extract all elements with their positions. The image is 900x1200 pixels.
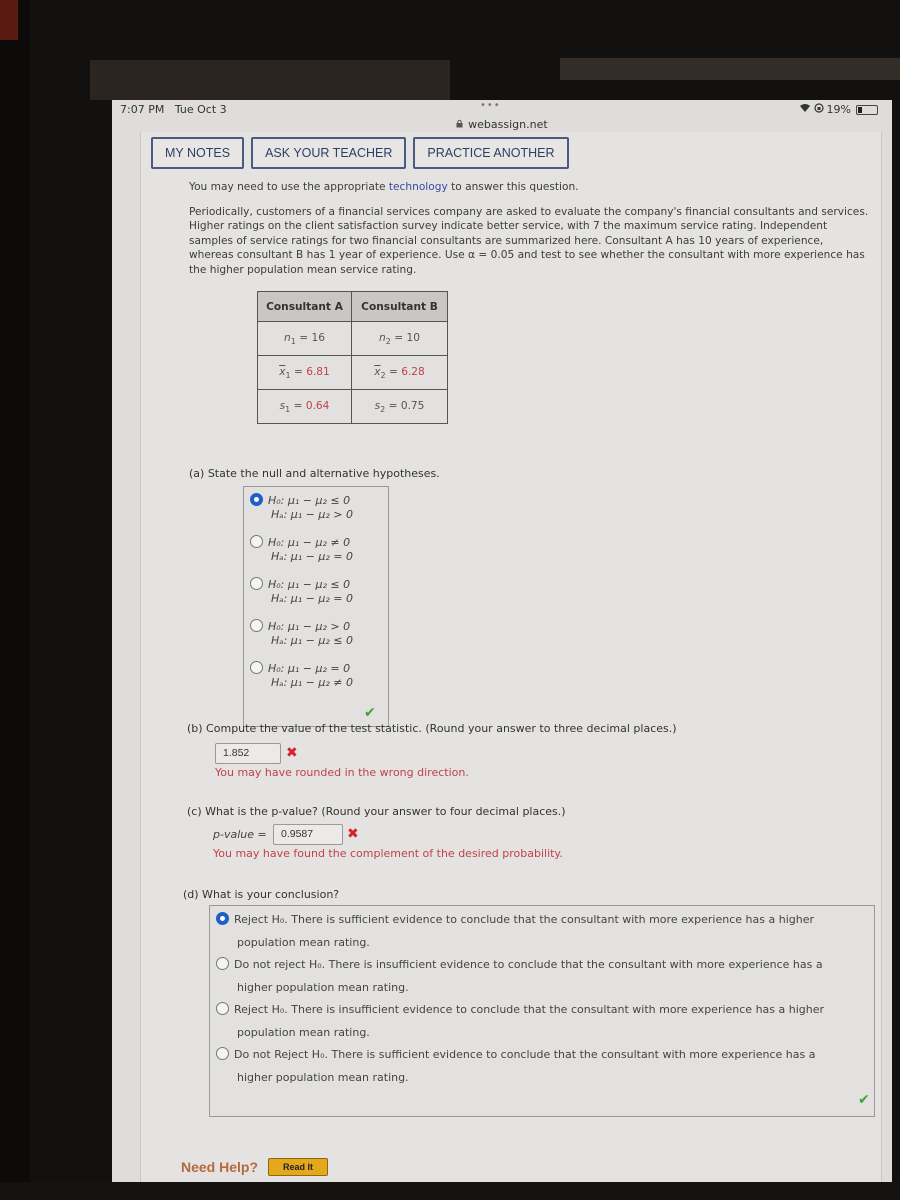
part-d-label: (d) What is your conclusion? bbox=[183, 888, 340, 901]
n2-cell: n2 = 10 bbox=[351, 321, 448, 356]
radio-unselected[interactable] bbox=[250, 619, 263, 632]
problem-statement: Periodically, customers of a financial s… bbox=[189, 205, 869, 276]
table-row: n1 = 16 n2 = 10 bbox=[257, 321, 448, 356]
question-panel: MY NOTES ASK YOUR TEACHER PRACTICE ANOTH… bbox=[140, 132, 882, 1200]
check-icon: ✔ bbox=[364, 705, 376, 721]
xbar2-cell: x2 = 6.28 bbox=[351, 355, 448, 390]
background bbox=[0, 0, 30, 1200]
radio-unselected[interactable] bbox=[216, 1002, 229, 1015]
radio-unselected[interactable] bbox=[250, 661, 263, 674]
url-bar[interactable]: webassign.net bbox=[112, 118, 892, 131]
status-indicators: 19% bbox=[799, 103, 878, 116]
lock-icon bbox=[456, 119, 466, 131]
part-a-label: (a) State the null and alternative hypot… bbox=[189, 467, 440, 480]
part-b-feedback: You may have rounded in the wrong direct… bbox=[215, 766, 469, 779]
n1-cell: n1 = 16 bbox=[257, 321, 352, 356]
part-c-label: (c) What is the p-value? (Round your ans… bbox=[187, 805, 566, 818]
background bbox=[0, 1182, 900, 1200]
part-c-feedback: You may have found the complement of the… bbox=[213, 847, 563, 860]
technology-link[interactable]: technology bbox=[389, 181, 448, 193]
help-row: Need Help? Read It bbox=[181, 1158, 329, 1176]
p-value-input[interactable]: 0.9587 bbox=[273, 824, 343, 845]
wifi-icon bbox=[799, 103, 811, 116]
ask-teacher-button[interactable]: ASK YOUR TEACHER bbox=[251, 137, 407, 169]
conclusion-options: Reject H₀. There is sufficient evidence … bbox=[209, 905, 875, 1117]
header-consultant-b: Consultant B bbox=[351, 291, 448, 322]
x-icon: ✖ bbox=[347, 826, 359, 842]
conclusion-option-4[interactable]: Do not Reject H₀. There is sufficient ev… bbox=[216, 1043, 856, 1089]
table-row: x1 = 6.81 x2 = 6.28 bbox=[257, 355, 448, 390]
conclusion-option-3[interactable]: Reject H₀. There is insufficient evidenc… bbox=[216, 998, 856, 1044]
s1-cell: s1 = 0.64 bbox=[257, 389, 352, 424]
background bbox=[0, 0, 18, 40]
toolbar: MY NOTES ASK YOUR TEACHER PRACTICE ANOTH… bbox=[151, 137, 569, 169]
radio-unselected[interactable] bbox=[250, 535, 263, 548]
summary-table: Consultant A Consultant B n1 = 16 n2 = 1… bbox=[257, 291, 448, 424]
status-bar: 7:07 PM Tue Oct 3 ••• 19% bbox=[112, 100, 892, 120]
status-time: 7:07 PM Tue Oct 3 bbox=[120, 103, 227, 116]
hypothesis-option-1[interactable]: H₀: μ₁ − μ₂ ≤ 0 Hₐ: μ₁ − μ₂ > 0 bbox=[250, 493, 353, 522]
hypothesis-option-2[interactable]: H₀: μ₁ − μ₂ ≠ 0 Hₐ: μ₁ − μ₂ = 0 bbox=[250, 535, 353, 564]
part-b-label: (b) Compute the value of the test statis… bbox=[187, 722, 677, 735]
radio-selected[interactable] bbox=[250, 493, 263, 506]
hypothesis-option-5[interactable]: H₀: μ₁ − μ₂ = 0 Hₐ: μ₁ − μ₂ ≠ 0 bbox=[250, 661, 353, 690]
url-text: webassign.net bbox=[468, 118, 548, 131]
my-notes-button[interactable]: MY NOTES bbox=[151, 137, 245, 169]
battery-level bbox=[858, 106, 862, 113]
p-value-label: p-value = bbox=[213, 828, 267, 841]
conclusion-option-2[interactable]: Do not reject H₀. There is insufficient … bbox=[216, 953, 856, 999]
radio-unselected[interactable] bbox=[250, 577, 263, 590]
s2-cell: s2 = 0.75 bbox=[351, 389, 448, 424]
hypotheses-options: H₀: μ₁ − μ₂ ≤ 0 Hₐ: μ₁ − μ₂ > 0 H₀: μ₁ −… bbox=[243, 486, 389, 727]
radio-selected[interactable] bbox=[216, 912, 229, 925]
conclusion-option-1[interactable]: Reject H₀. There is sufficient evidence … bbox=[216, 908, 856, 954]
check-icon: ✔ bbox=[858, 1092, 870, 1108]
orientation-lock-icon bbox=[813, 103, 824, 116]
background bbox=[560, 58, 900, 80]
x-icon: ✖ bbox=[286, 745, 298, 761]
battery-icon bbox=[856, 104, 878, 115]
technology-note: You may need to use the appropriate tech… bbox=[189, 181, 579, 193]
tablet-screen: 7:07 PM Tue Oct 3 ••• 19% webassign.net … bbox=[112, 100, 892, 1200]
background bbox=[90, 60, 450, 100]
hypothesis-option-3[interactable]: H₀: μ₁ − μ₂ ≤ 0 Hₐ: μ₁ − μ₂ = 0 bbox=[250, 577, 353, 606]
radio-unselected[interactable] bbox=[216, 1047, 229, 1060]
table-row: s1 = 0.64 s2 = 0.75 bbox=[257, 389, 448, 424]
battery-percent: 19% bbox=[826, 103, 851, 116]
radio-unselected[interactable] bbox=[216, 957, 229, 970]
question-text: You may need to use the appropriate tech… bbox=[189, 180, 869, 278]
need-help-label: Need Help? bbox=[181, 1159, 259, 1175]
practice-another-button[interactable]: PRACTICE ANOTHER bbox=[413, 137, 569, 169]
test-statistic-input[interactable]: 1.852 bbox=[215, 743, 281, 764]
multitask-dots[interactable]: ••• bbox=[480, 100, 501, 111]
hypothesis-option-4[interactable]: H₀: μ₁ − μ₂ > 0 Hₐ: μ₁ − μ₂ ≤ 0 bbox=[250, 619, 353, 648]
header-consultant-a: Consultant A bbox=[257, 291, 352, 322]
read-it-button[interactable]: Read It bbox=[268, 1158, 329, 1176]
xbar1-cell: x1 = 6.81 bbox=[257, 355, 352, 390]
